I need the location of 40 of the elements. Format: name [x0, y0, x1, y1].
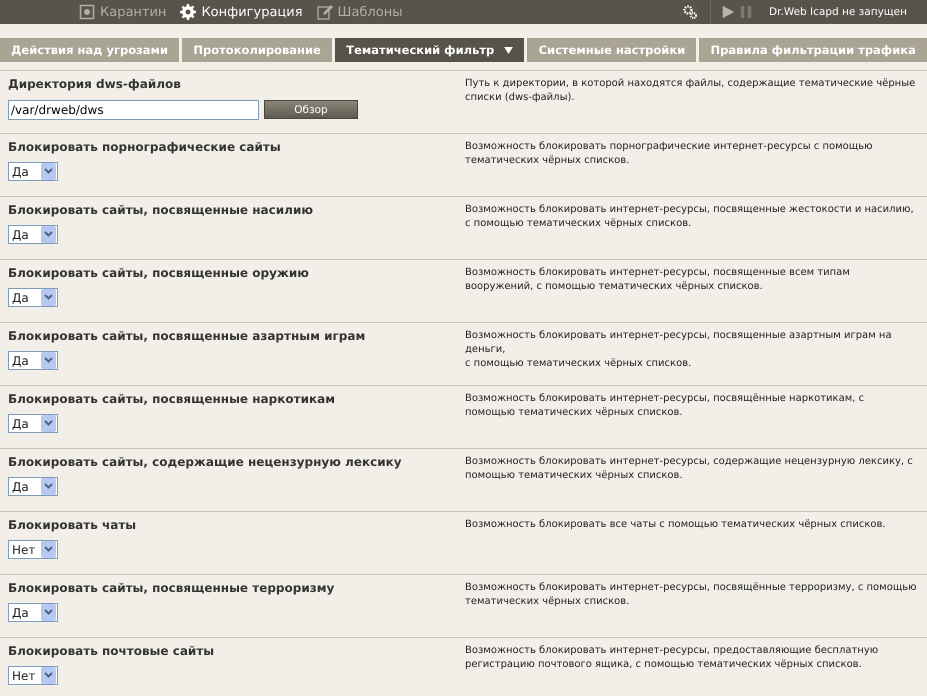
setting-description: Возможность блокировать интернет-ресурсы, предоставляющие бесплатную регистрацию почтового ящика, с помощью тематических чёрных списков.: [465, 644, 880, 672]
setting-description: Возможность блокировать порнографические интернет-ресурсы с помощью тематических чёрных списков.: [465, 140, 874, 168]
setting-description: Возможность блокировать интернет-ресурсы, посвященные жестокости и насилию, с помощью тематических чёрных списков.: [465, 203, 915, 231]
select-dropdown[interactable]: Да: [8, 351, 58, 370]
settings-icon[interactable]: [682, 4, 698, 20]
setting-label: Директория dws-файлов: [8, 77, 182, 91]
select-dropdown[interactable]: Да: [8, 288, 58, 307]
select-dropdown[interactable]: Да: [8, 414, 58, 433]
select-dropdown[interactable]: Нет: [8, 540, 58, 559]
setting-label: Блокировать порнографические сайты: [8, 140, 282, 154]
setting-label: Блокировать почтовые сайты: [8, 644, 216, 658]
path-field[interactable]: /var/drweb/dws: [8, 100, 259, 120]
tab[interactable]: Тематический фильтр: [335, 38, 524, 62]
select-dropdown[interactable]: Нет: [8, 666, 58, 685]
select-dropdown[interactable]: Да: [8, 603, 58, 622]
quarantine-icon: [79, 4, 95, 20]
setting-label: Блокировать сайты, посвященные оружию: [8, 266, 310, 280]
select-dropdown[interactable]: Да: [8, 477, 58, 496]
caret-icon: [504, 46, 514, 54]
setting-description: Путь к директории, в которой находятся файлы, содержащие тематические чёрные списки (dws-файлы).: [465, 77, 916, 105]
menu-item[interactable]: Конфигурация: [180, 4, 303, 20]
setting-description: Возможность блокировать интернет-ресурсы, содержащие нецензурную лексику, с помощью тематических чёрных списков.: [465, 455, 914, 483]
setting-label: Блокировать сайты, посвященные азартным играм: [8, 329, 366, 343]
select-dropdown[interactable]: Да: [8, 225, 58, 244]
setting-description: Возможность блокировать интернет-ресурсы, посвящённые терроризму, с помощью тематических чёрных списков.: [465, 581, 918, 609]
browse-button[interactable]: Обзор: [264, 100, 358, 119]
setting-label: Блокировать сайты, содержащие нецензурную лексику: [8, 455, 403, 469]
setting-description: Возможность блокировать интернет-ресурсы, посвященные всем типам вооружений, с помощью тематических чёрных списков.: [465, 266, 851, 294]
setting-label: Блокировать сайты, посвященные терроризму: [8, 581, 336, 595]
setting-label: Блокировать сайты, посвященные наркотикам: [8, 392, 336, 406]
setting-description: Возможность блокировать интернет-ресурсы, посвященные азартным играм на деньги, с помощью тематических чёрных списков.: [465, 329, 893, 371]
setting-description: Возможность блокировать все чаты с помощью тематических чёрных списков.: [465, 518, 887, 532]
setting-label: Блокировать чаты: [8, 518, 138, 532]
select-dropdown[interactable]: Да: [8, 162, 58, 181]
gear-icon: [180, 4, 196, 20]
setting-description: Возможность блокировать интернет-ресурсы, посвящённые наркотикам, с помощью тематических чёрных списков.: [465, 392, 866, 420]
pencil-icon: [316, 4, 333, 20]
service-status: Dr.Web Icapd не запущен: [769, 6, 907, 18]
setting-label: Блокировать сайты, посвященные насилию: [8, 203, 314, 217]
play-icon[interactable]: [721, 4, 736, 20]
